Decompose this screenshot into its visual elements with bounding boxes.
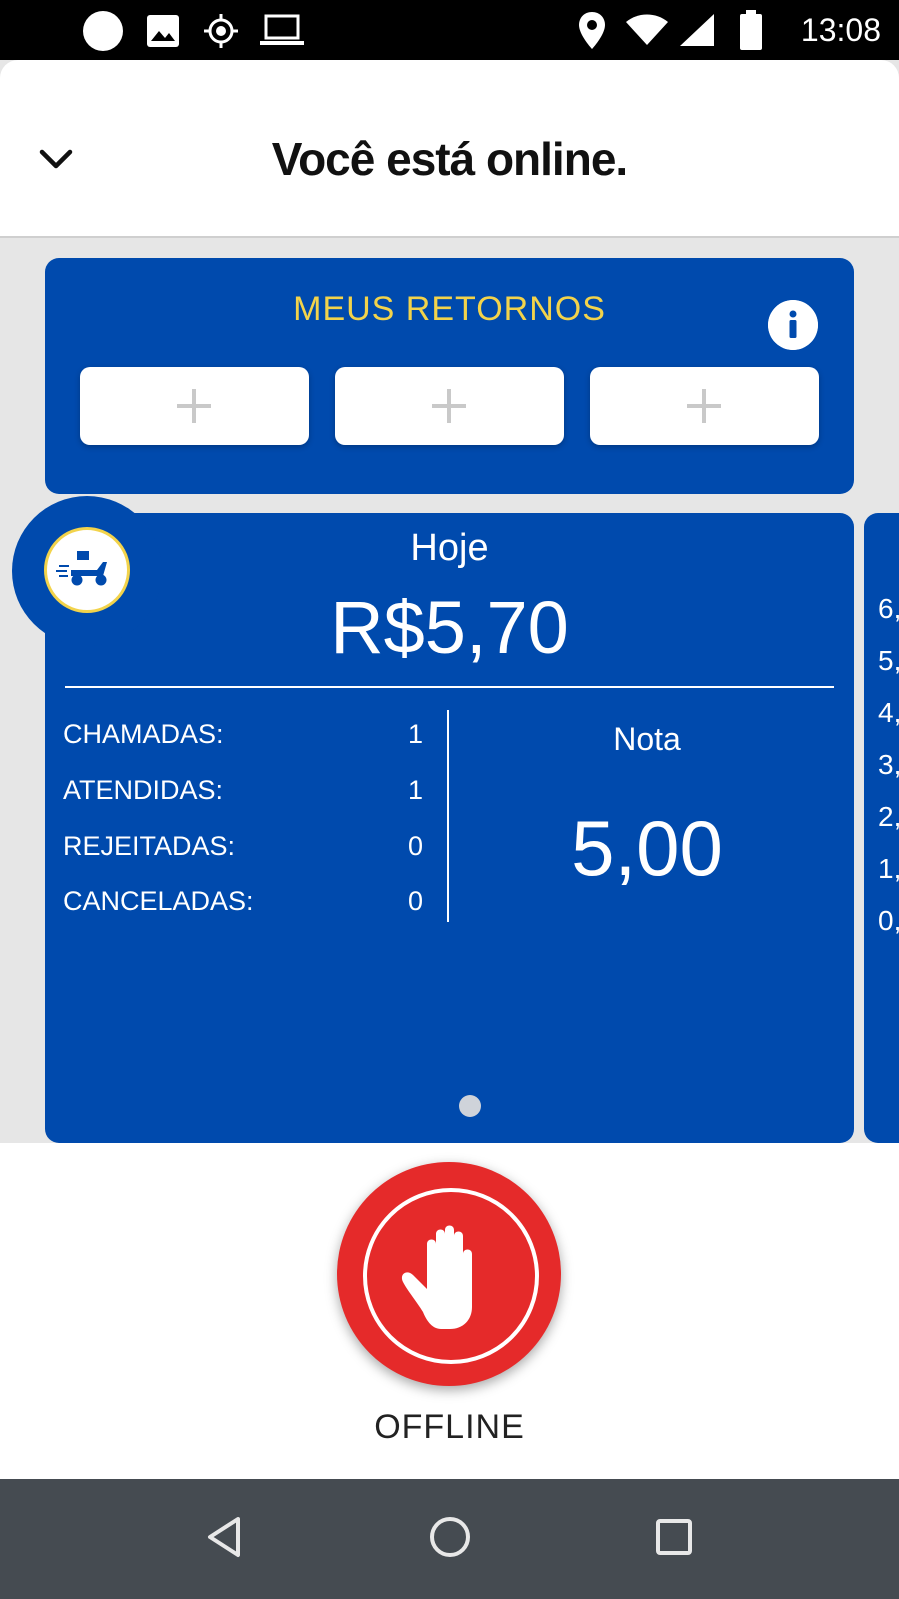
offline-button[interactable]	[337, 1162, 561, 1386]
retorno-slot-3[interactable]	[590, 367, 819, 445]
avatar	[44, 527, 130, 613]
plus-icon	[687, 389, 721, 423]
signal-icon	[680, 14, 714, 46]
image-icon	[147, 15, 179, 47]
recents-square-icon[interactable]	[654, 1515, 694, 1559]
location-icon	[579, 12, 605, 49]
circle-icon	[83, 11, 123, 51]
battery-icon	[740, 10, 762, 50]
page-title: Você está online.	[271, 133, 628, 185]
status-bar: 13:08	[0, 0, 899, 60]
retorno-slot-2[interactable]	[335, 367, 564, 445]
plus-icon	[432, 389, 466, 423]
next-stats-card[interactable]: 6, 5, 4, 3, 2, 1, 0,	[864, 513, 899, 1143]
next-card-value: 3,	[878, 749, 899, 780]
meus-retornos-title: MEUS RETORNOS	[293, 290, 606, 328]
next-card-value: 2,	[878, 801, 899, 832]
clock: 13:08	[800, 12, 881, 48]
period-label: Hoje	[410, 527, 489, 569]
offline-label: OFFLINE	[374, 1408, 525, 1446]
stat-chamadas: CHAMADAS: 1	[63, 719, 423, 750]
stat-value: 1	[407, 719, 423, 749]
info-icon[interactable]	[768, 300, 818, 350]
divider	[447, 710, 449, 922]
stat-canceladas: CANCELADAS: 0	[63, 886, 423, 917]
plus-icon	[177, 389, 211, 423]
meus-retornos-card: MEUS RETORNOS	[45, 258, 854, 494]
hand-stop-icon	[401, 1225, 472, 1329]
stat-label: ATENDIDAS:	[63, 775, 224, 805]
retorno-slot-1[interactable]	[80, 367, 309, 445]
next-card-value: 1,	[878, 853, 899, 884]
stat-value: 0	[407, 886, 423, 916]
stat-label: CANCELADAS:	[63, 886, 254, 916]
next-card-value: 0,	[878, 905, 899, 936]
next-card-value: 4,	[878, 697, 899, 728]
daily-stats-card[interactable]: Hoje R$5,70 CHAMADAS: 1 ATENDIDAS: 1 REJ…	[45, 513, 854, 1143]
laptop-icon	[260, 14, 304, 45]
header: Você está online.	[0, 60, 899, 238]
bottom-panel: OFFLINE	[0, 1143, 899, 1479]
stat-label: CHAMADAS:	[63, 719, 224, 749]
home-circle-icon[interactable]	[428, 1515, 472, 1559]
stat-label: REJEITADAS:	[63, 831, 236, 861]
gps-icon	[204, 14, 238, 48]
next-card-value: 6,	[878, 593, 899, 624]
scooter-delivery-icon	[56, 551, 107, 586]
back-triangle-icon[interactable]	[204, 1515, 244, 1559]
earnings-value: R$5,70	[330, 586, 569, 669]
page-indicator-dot[interactable]	[459, 1095, 481, 1117]
stat-value: 1	[407, 775, 423, 805]
divider	[65, 686, 834, 688]
navigation-bar	[0, 1479, 899, 1599]
nota-label: Nota	[613, 721, 681, 757]
next-card-value: 5,	[878, 645, 899, 676]
stat-atendidas: ATENDIDAS: 1	[63, 775, 423, 806]
nota-value: 5,00	[571, 804, 723, 892]
wifi-icon	[626, 14, 668, 45]
stat-rejeitadas: REJEITADAS: 0	[63, 831, 423, 862]
stat-value: 0	[407, 831, 423, 861]
